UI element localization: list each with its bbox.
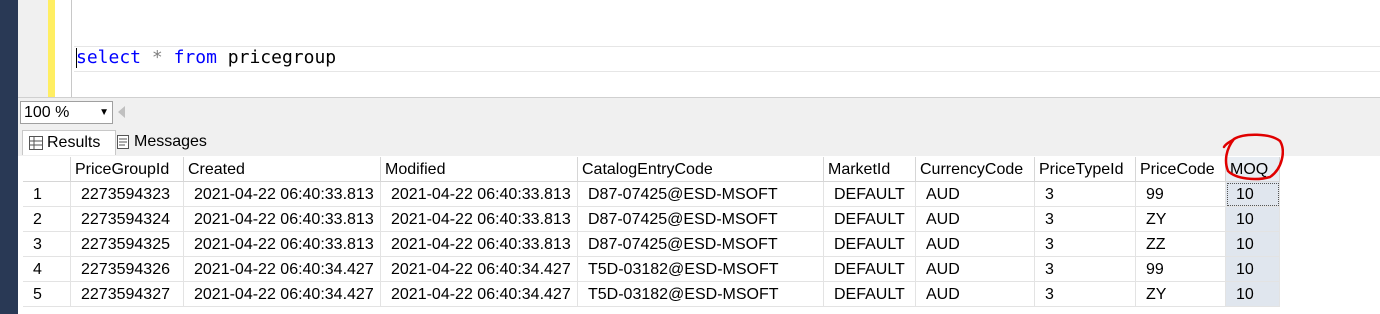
column-header[interactable]: MarketId (824, 157, 916, 182)
cell[interactable]: ZY (1136, 282, 1226, 307)
results-grid[interactable]: PriceGroupId Created Modified CatalogEnt… (23, 157, 1380, 314)
cell[interactable]: 99 (1136, 182, 1226, 207)
cell[interactable]: 2273594327 (71, 282, 184, 307)
cell[interactable]: AUD (916, 207, 1035, 232)
cell[interactable]: T5D-03182@ESD-MSOFT (578, 257, 824, 282)
row-number[interactable]: 3 (23, 232, 71, 257)
table-row[interactable]: 3 2273594325 2021-04-22 06:40:33.813 202… (23, 232, 1380, 257)
message-icon (117, 134, 129, 149)
cell[interactable]: DEFAULT (824, 182, 916, 207)
cell[interactable]: 3 (1035, 182, 1136, 207)
row-number[interactable]: 1 (23, 182, 71, 207)
cell[interactable]: D87-07425@ESD-MSOFT (578, 207, 824, 232)
cell[interactable]: ZZ (1136, 232, 1226, 257)
cell[interactable]: 2021-04-22 06:40:34.427 (184, 257, 381, 282)
keyword-select: select (76, 47, 142, 68)
column-header[interactable]: Modified (381, 157, 578, 182)
cell[interactable]: 99 (1136, 257, 1226, 282)
cell[interactable]: D87-07425@ESD-MSOFT (578, 232, 824, 257)
table-name: pricegroup (227, 47, 337, 68)
grid-icon (29, 135, 43, 150)
tab-messages[interactable]: Messages (112, 130, 216, 154)
column-header[interactable]: PriceCode (1136, 157, 1226, 182)
cell[interactable]: AUD (916, 257, 1035, 282)
tab-messages-label: Messages (134, 133, 207, 150)
zoom-bar: 100 % ▼ (18, 97, 1380, 128)
column-header[interactable]: PriceTypeId (1035, 157, 1136, 182)
star-operator: * (151, 47, 163, 68)
cell[interactable]: 2021-04-22 06:40:33.813 (381, 232, 578, 257)
cell[interactable]: 2021-04-22 06:40:34.427 (184, 282, 381, 307)
cell[interactable]: 2273594324 (71, 207, 184, 232)
column-header[interactable]: CurrencyCode (916, 157, 1035, 182)
cell[interactable]: 10 (1226, 182, 1280, 207)
window-edge (0, 0, 18, 314)
table-row[interactable]: 2 2273594324 2021-04-22 06:40:33.813 202… (23, 207, 1380, 232)
row-number[interactable]: 4 (23, 257, 71, 282)
table-row[interactable]: 5 2273594327 2021-04-22 06:40:34.427 202… (23, 282, 1380, 307)
cell[interactable]: 2021-04-22 06:40:34.427 (381, 257, 578, 282)
cell[interactable]: D87-07425@ESD-MSOFT (578, 182, 824, 207)
keyword-from: from (173, 47, 217, 68)
row-number[interactable]: 5 (23, 282, 71, 307)
cell[interactable]: 2021-04-22 06:40:33.813 (381, 182, 578, 207)
table-row[interactable]: 1 2273594323 2021-04-22 06:40:33.813 202… (23, 182, 1380, 207)
cell[interactable]: 10 (1226, 232, 1280, 257)
grid-header: PriceGroupId Created Modified CatalogEnt… (23, 157, 1380, 182)
cell[interactable]: ZY (1136, 207, 1226, 232)
annotation-circle (1222, 133, 1284, 181)
cell[interactable]: 2021-04-22 06:40:34.427 (381, 282, 578, 307)
cell[interactable]: 2273594323 (71, 182, 184, 207)
cell[interactable]: 3 (1035, 257, 1136, 282)
cell[interactable]: 2021-04-22 06:40:33.813 (184, 182, 381, 207)
row-number[interactable]: 2 (23, 207, 71, 232)
zoom-value: 100 % (24, 104, 70, 121)
column-header[interactable]: CatalogEntryCode (578, 157, 824, 182)
change-indicator-bar (48, 0, 55, 97)
zoom-select[interactable]: 100 % ▼ (20, 101, 113, 124)
cell[interactable]: DEFAULT (824, 257, 916, 282)
cell[interactable]: 2021-04-22 06:40:33.813 (381, 207, 578, 232)
editor-gutter (18, 0, 48, 97)
column-header[interactable]: Created (184, 157, 381, 182)
cell[interactable]: AUD (916, 232, 1035, 257)
cell[interactable]: 3 (1035, 207, 1136, 232)
tab-results-label: Results (47, 134, 101, 151)
table-row[interactable]: 4 2273594326 2021-04-22 06:40:34.427 202… (23, 257, 1380, 282)
cell[interactable]: 3 (1035, 232, 1136, 257)
cell[interactable]: 3 (1035, 282, 1136, 307)
cell[interactable]: 10 (1226, 257, 1280, 282)
results-tabs: Results Messages (18, 128, 1380, 156)
tab-results[interactable]: Results (22, 130, 116, 155)
cell[interactable]: 2273594326 (71, 257, 184, 282)
scroll-left-icon[interactable] (118, 106, 125, 118)
cell[interactable]: 2021-04-22 06:40:33.813 (184, 207, 381, 232)
chevron-down-icon[interactable]: ▼ (99, 102, 109, 123)
sql-query-text[interactable]: select * from pricegroup (76, 48, 336, 68)
column-header[interactable]: PriceGroupId (71, 157, 184, 182)
cell[interactable]: 10 (1226, 207, 1280, 232)
cell[interactable]: AUD (916, 282, 1035, 307)
row-number-header[interactable] (23, 157, 71, 182)
cell[interactable]: DEFAULT (824, 282, 916, 307)
cell[interactable]: 2021-04-22 06:40:33.813 (184, 232, 381, 257)
cell[interactable]: 10 (1226, 282, 1280, 307)
cell[interactable]: AUD (916, 182, 1035, 207)
cell[interactable]: DEFAULT (824, 232, 916, 257)
cell[interactable]: T5D-03182@ESD-MSOFT (578, 282, 824, 307)
editor-separator (71, 0, 72, 97)
cell[interactable]: DEFAULT (824, 207, 916, 232)
cell[interactable]: 2273594325 (71, 232, 184, 257)
